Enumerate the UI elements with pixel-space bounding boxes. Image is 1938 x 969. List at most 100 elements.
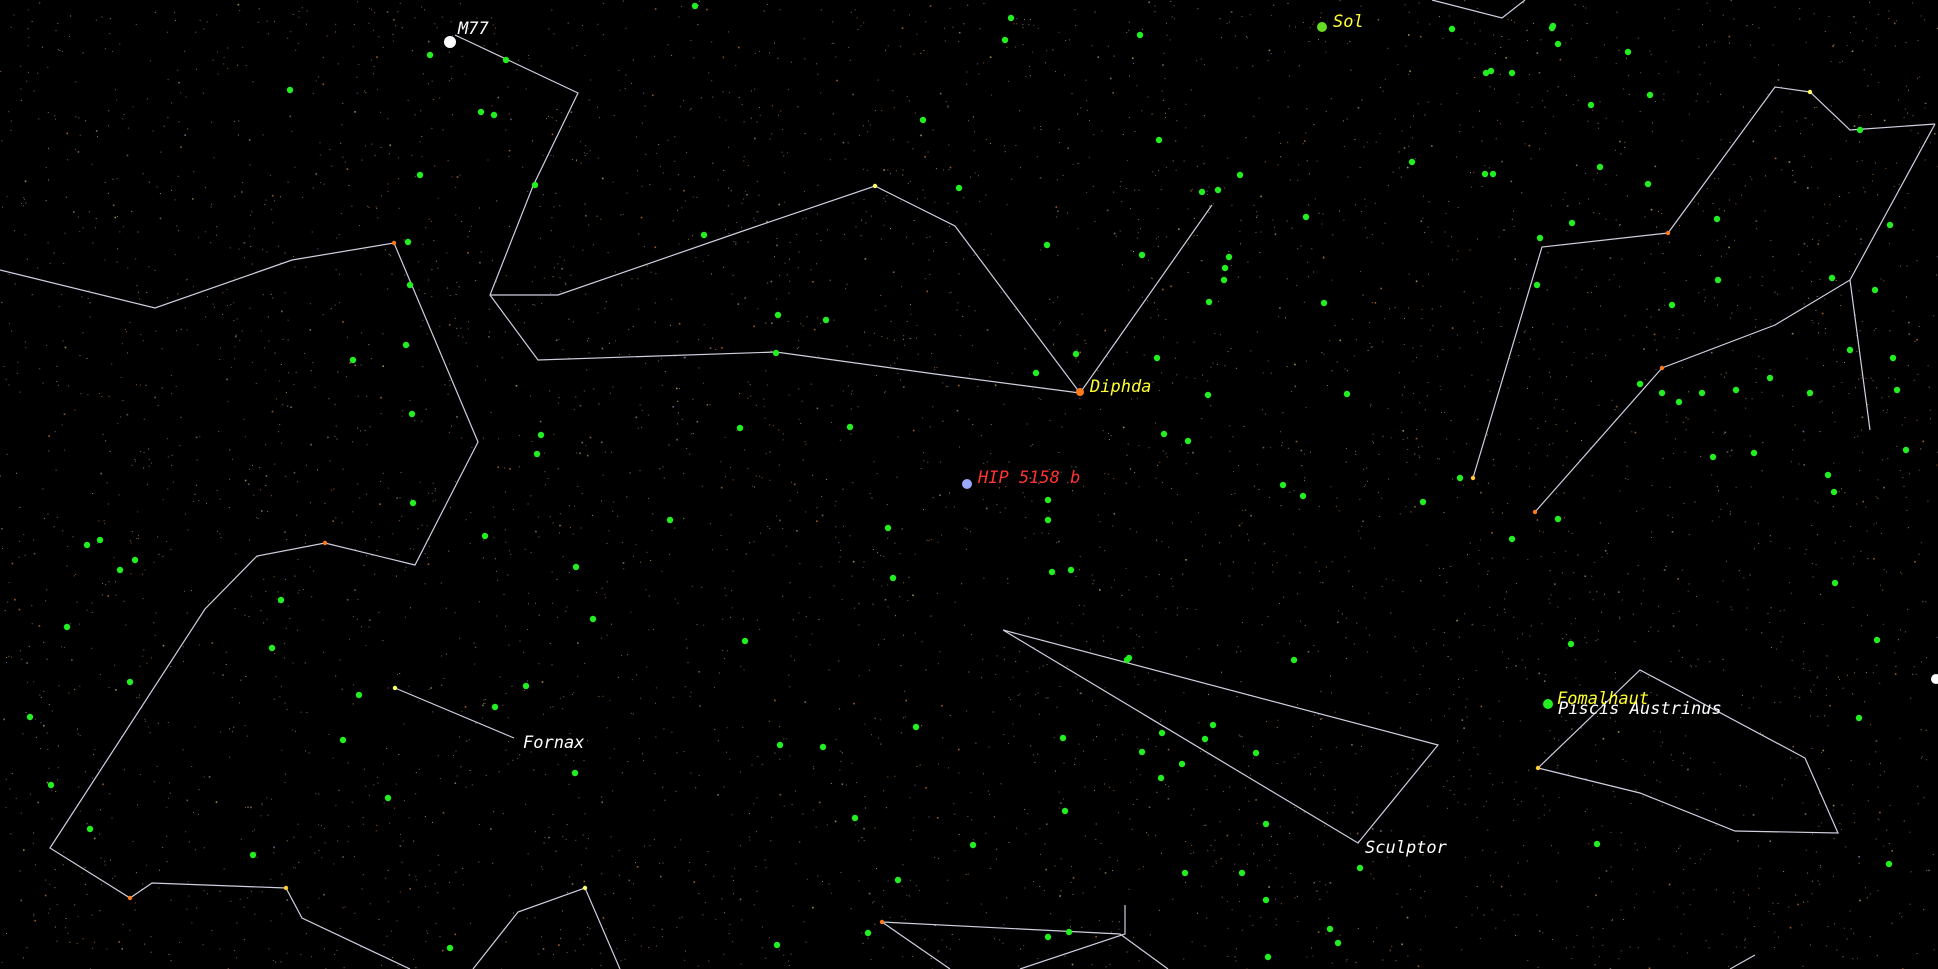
background-star xyxy=(1769,535,1771,537)
background-star xyxy=(1634,431,1637,434)
background-star xyxy=(143,451,145,453)
background-star xyxy=(447,160,449,162)
background-star xyxy=(946,946,948,948)
background-star xyxy=(897,436,899,438)
background-star xyxy=(999,511,1001,513)
background-star xyxy=(491,260,493,262)
background-star xyxy=(1524,143,1526,145)
background-star xyxy=(1663,93,1665,95)
background-star xyxy=(910,839,912,841)
background-star xyxy=(62,530,64,532)
background-star xyxy=(22,733,24,735)
background-star xyxy=(604,451,606,453)
background-star xyxy=(901,915,903,917)
background-star xyxy=(601,587,603,589)
background-star xyxy=(1133,251,1134,252)
background-star xyxy=(39,694,41,696)
background-star xyxy=(749,542,751,544)
background-star xyxy=(1910,130,1912,132)
background-star xyxy=(1190,190,1191,192)
background-star xyxy=(774,256,775,258)
background-star xyxy=(860,235,862,237)
background-star xyxy=(180,328,182,330)
background-star xyxy=(101,883,103,885)
background-star xyxy=(1602,944,1604,946)
background-star xyxy=(271,194,274,197)
background-star xyxy=(1040,249,1042,251)
background-star xyxy=(1431,241,1433,243)
background-star xyxy=(1177,770,1179,772)
star-map-view[interactable]: M77 Sol Diphda HIP 5158 b Piscis Austrin… xyxy=(0,0,1938,969)
background-star xyxy=(1755,319,1757,320)
background-star xyxy=(1248,539,1250,541)
background-star xyxy=(197,813,199,815)
background-star xyxy=(157,405,159,407)
background-star xyxy=(996,504,998,506)
background-star xyxy=(1236,696,1238,697)
background-star xyxy=(1471,624,1473,626)
background-star xyxy=(1331,370,1333,372)
background-star xyxy=(44,894,47,897)
background-star xyxy=(771,816,773,818)
background-star xyxy=(677,602,679,604)
background-star xyxy=(839,556,841,558)
background-star xyxy=(862,567,864,569)
background-star xyxy=(473,642,475,644)
background-star xyxy=(1480,491,1482,494)
background-star xyxy=(397,157,399,159)
background-star xyxy=(1019,110,1020,112)
background-star xyxy=(1610,866,1612,868)
background-star xyxy=(337,840,339,842)
background-star xyxy=(198,500,200,502)
background-star xyxy=(876,375,877,376)
background-star xyxy=(136,538,138,540)
background-star xyxy=(653,926,655,928)
background-star xyxy=(1573,572,1575,574)
background-star xyxy=(549,390,551,392)
background-star xyxy=(1790,461,1792,463)
background-star xyxy=(1165,453,1167,455)
background-star xyxy=(28,645,30,647)
background-star xyxy=(33,90,35,92)
background-star xyxy=(474,663,476,665)
background-star xyxy=(653,809,655,811)
background-star xyxy=(1063,762,1065,764)
background-star xyxy=(1293,490,1295,492)
background-star xyxy=(437,267,439,269)
background-star xyxy=(1030,445,1032,447)
background-star xyxy=(676,927,678,929)
background-star xyxy=(446,287,448,289)
background-star xyxy=(1681,367,1683,369)
background-star xyxy=(120,416,122,418)
background-star xyxy=(1518,355,1520,356)
background-star xyxy=(264,369,266,371)
background-star xyxy=(228,507,230,508)
background-star xyxy=(707,851,709,852)
background-star xyxy=(698,367,700,369)
background-star xyxy=(1599,213,1601,215)
star-map-canvas[interactable]: M77 Sol Diphda HIP 5158 b Piscis Austrin… xyxy=(0,0,1938,969)
background-star xyxy=(66,132,68,135)
background-star xyxy=(1427,226,1429,228)
background-star xyxy=(1650,208,1653,211)
background-star xyxy=(1772,902,1774,904)
background-star xyxy=(1729,142,1731,143)
background-star xyxy=(1077,162,1079,164)
background-star xyxy=(846,784,847,786)
background-star xyxy=(1928,869,1930,872)
background-star xyxy=(1085,79,1087,81)
background-star xyxy=(1791,332,1794,335)
background-star xyxy=(576,159,577,161)
background-star xyxy=(161,387,163,389)
background-star xyxy=(1370,873,1372,875)
background-star xyxy=(936,366,938,368)
background-star xyxy=(1837,676,1839,678)
background-star xyxy=(678,16,680,18)
background-star xyxy=(294,730,296,732)
background-star xyxy=(681,418,683,420)
background-star xyxy=(1215,862,1217,864)
background-star xyxy=(1759,868,1761,870)
background-star xyxy=(1096,724,1098,726)
background-star xyxy=(988,746,990,748)
background-star xyxy=(1743,889,1745,891)
